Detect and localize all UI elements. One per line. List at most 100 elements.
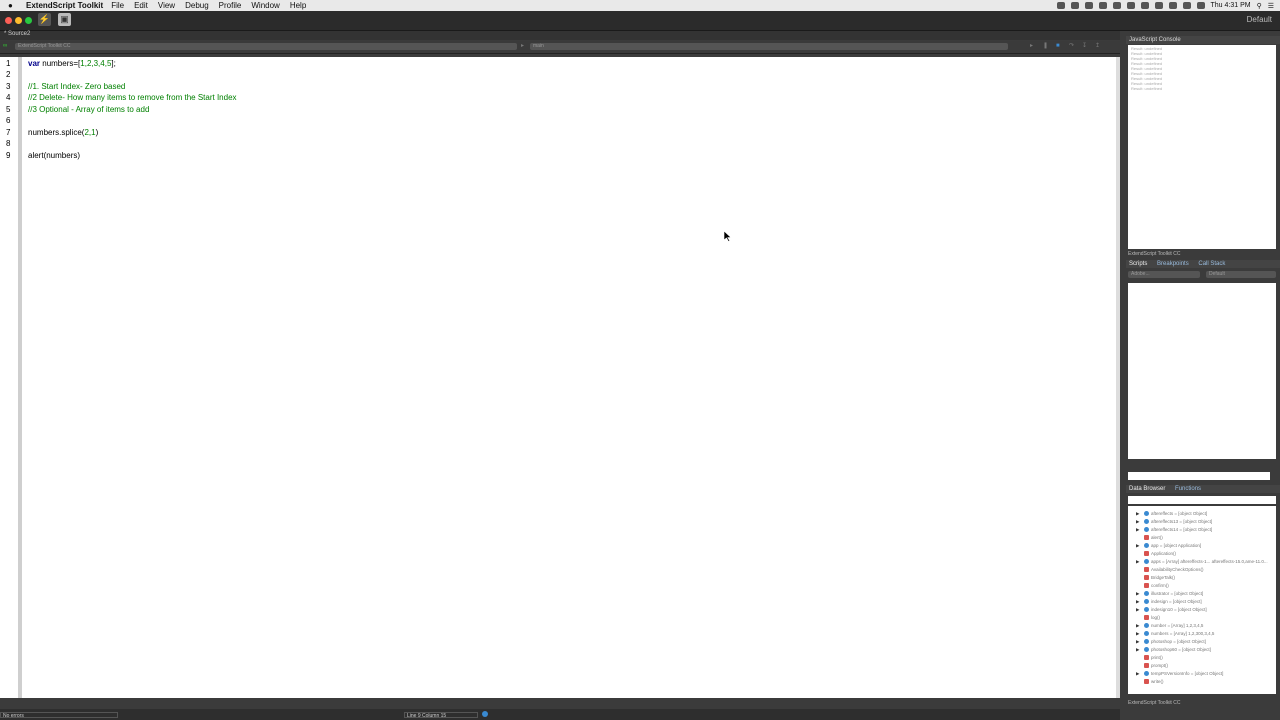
tab-data-browser[interactable]: Data Browser <box>1129 486 1165 492</box>
data-browser-row[interactable]: ▶ numbers = [Array] 1,2,300,3,4,5 <box>1136 630 1214 637</box>
creative-cloud-icon[interactable] <box>1084 2 1093 9</box>
scripts-engine-select[interactable]: Default <box>1206 271 1276 278</box>
data-browser-row[interactable]: ▶ photoshop60 = [object Object] <box>1136 646 1211 653</box>
apple-icon[interactable]: ● <box>8 1 20 10</box>
expand-arrow-icon[interactable]: ▶ <box>1136 526 1144 533</box>
scripts-target-select[interactable]: Adobe... <box>1128 271 1200 278</box>
tab-breakpoints[interactable]: Breakpoints <box>1157 261 1189 267</box>
data-browser-row-text: confirm() <box>1151 583 1169 588</box>
estk-icon[interactable]: ⚡ <box>38 13 51 26</box>
clock[interactable]: Thu 4:31 PM <box>1211 2 1251 9</box>
zoom-window-button[interactable] <box>25 17 32 24</box>
expand-arrow-icon[interactable]: ▶ <box>1136 646 1144 653</box>
expand-arrow-icon[interactable]: ▶ <box>1136 542 1144 549</box>
data-browser-row[interactable]: confirm() <box>1136 582 1169 589</box>
data-browser-row[interactable]: prompt() <box>1136 662 1168 669</box>
data-browser-row[interactable]: AvailabilityCheckOptions() <box>1136 566 1203 573</box>
line-number: 1 <box>6 59 11 68</box>
tab-functions[interactable]: Functions <box>1175 486 1201 492</box>
data-browser-row[interactable]: BridgeTalk() <box>1136 574 1175 581</box>
data-browser-row[interactable]: Application() <box>1136 550 1176 557</box>
code-line-7[interactable]: numbers.splice(2,1) <box>28 128 98 137</box>
data-browser-row[interactable]: ▶ photoshop = [object Object] <box>1136 638 1206 645</box>
data-browser-row[interactable]: ▶ indesign10 = [object Object] <box>1136 606 1207 613</box>
minimize-window-button[interactable] <box>15 17 22 24</box>
data-browser-row[interactable]: write() <box>1136 678 1164 685</box>
menu-view[interactable]: View <box>158 1 175 10</box>
expand-arrow-icon[interactable]: ▶ <box>1136 630 1144 637</box>
expand-arrow-icon[interactable]: ▶ <box>1136 598 1144 605</box>
person-icon[interactable] <box>1070 2 1079 9</box>
code-editor[interactable]: 1 2 3 4 5 6 7 8 9 var numbers=[1,2,3,4,5… <box>0 57 1116 698</box>
tab-scripts[interactable]: Scripts <box>1129 261 1147 267</box>
spotlight-icon[interactable]: ⚲ <box>1257 2 1262 10</box>
data-browser-row[interactable]: ▶ number = [Array] 1,2,3,4,5 <box>1136 622 1203 629</box>
code-line-3[interactable]: //1. Start Index- Zero based <box>28 82 125 91</box>
data-browser-row[interactable]: ▶ aftereffects = [object Object] <box>1136 510 1207 517</box>
expand-arrow-icon[interactable]: ▶ <box>1136 518 1144 525</box>
pause-icon[interactable]: ❚ <box>1043 43 1048 49</box>
scripts-list[interactable] <box>1128 283 1276 459</box>
volume-icon[interactable] <box>1182 2 1191 9</box>
tab-source2[interactable]: * Source2 <box>4 31 30 37</box>
menu-edit[interactable]: Edit <box>134 1 148 10</box>
notification-center-icon[interactable]: ☰ <box>1268 2 1274 10</box>
data-browser-row[interactable]: print() <box>1136 654 1163 661</box>
data-browser-row[interactable]: ▶ apps = [Array] aftereffects-1... aftere… <box>1136 558 1268 565</box>
expand-arrow-icon[interactable]: ▶ <box>1136 510 1144 517</box>
line-number: 3 <box>6 82 11 91</box>
data-browser-row[interactable]: ▶ tempPSVersionInfo = [object Object] <box>1136 670 1223 677</box>
dropbox-icon[interactable] <box>1140 2 1149 9</box>
target-application-select[interactable]: ExtendScript Toolkit CC <box>15 43 517 50</box>
wifi-icon[interactable] <box>1168 2 1177 9</box>
data-browser-row[interactable]: log() <box>1136 614 1160 621</box>
code-line-1[interactable]: var numbers=[1,2,3,4,5]; <box>28 59 116 68</box>
data-browser-row[interactable]: alert() <box>1136 534 1163 541</box>
run-icon[interactable]: ▸ <box>1030 43 1035 49</box>
workspace-selector[interactable]: Default <box>1247 15 1272 24</box>
record-icon[interactable] <box>1056 2 1065 9</box>
data-browser-row[interactable]: ▶ app = [object Application] <box>1136 542 1201 549</box>
display-icon[interactable] <box>1112 2 1121 9</box>
cloud-icon[interactable] <box>1098 2 1107 9</box>
editor-scrollbar[interactable] <box>1116 57 1120 698</box>
code-line-4[interactable]: //2 Delete- How many items to remove fro… <box>28 93 237 102</box>
step-over-icon[interactable]: ↷ <box>1069 43 1074 49</box>
target-engine-select[interactable]: main <box>530 43 1008 50</box>
expand-arrow-icon[interactable]: ▶ <box>1136 558 1144 565</box>
data-browser-row[interactable]: ▶ aftereffects14 = [object Object] <box>1136 526 1212 533</box>
step-out-icon[interactable]: ↥ <box>1095 43 1100 49</box>
time-machine-icon[interactable] <box>1154 2 1163 9</box>
data-browser-list[interactable]: ▶ aftereffects = [object Object] ▶ aftereff… <box>1128 506 1276 694</box>
object-icon <box>1144 639 1149 645</box>
expand-arrow-icon[interactable]: ▶ <box>1136 670 1144 677</box>
menu-window[interactable]: Window <box>251 1 279 10</box>
tab-call-stack[interactable]: Call Stack <box>1198 261 1225 267</box>
scripts-scrollbar[interactable] <box>1128 472 1270 480</box>
link-icon[interactable]: ∞ <box>3 43 8 49</box>
flag-icon[interactable] <box>1196 2 1205 9</box>
console-output[interactable]: Result: undefined Result: undefined Resu… <box>1128 45 1276 249</box>
data-browser-row[interactable]: ▶ aftereffects13 = [object Object] <box>1136 518 1212 525</box>
menu-profile[interactable]: Profile <box>219 1 242 10</box>
data-browser-row[interactable]: ▶ indesign = [object Object] <box>1136 598 1202 605</box>
expand-arrow-icon[interactable]: ▶ <box>1136 638 1144 645</box>
code-line-9[interactable]: alert(numbers) <box>28 151 80 160</box>
console-header: JavaScript Console <box>1126 36 1280 44</box>
data-browser-filter[interactable] <box>1128 496 1276 504</box>
data-browser-row[interactable]: ▶ illustrator = [object Object] <box>1136 590 1203 597</box>
expand-arrow-icon[interactable]: ▶ <box>1136 622 1144 629</box>
app-menu[interactable]: ExtendScript Toolkit <box>26 1 103 10</box>
expand-arrow-icon[interactable]: ▶ <box>1136 590 1144 597</box>
stop-icon[interactable]: ■ <box>1056 43 1061 49</box>
sync-icon[interactable] <box>1126 2 1135 9</box>
code-line-5[interactable]: //3 Optional - Array of items to add <box>28 105 149 114</box>
step-into-icon[interactable]: ↧ <box>1082 43 1087 49</box>
menu-help[interactable]: Help <box>290 1 306 10</box>
new-document-icon[interactable]: ▣ <box>58 13 71 26</box>
expand-arrow-icon[interactable]: ▶ <box>1136 606 1144 613</box>
close-window-button[interactable] <box>5 17 12 24</box>
data-browser-row-text: photoshop60 = [object Object] <box>1151 647 1211 652</box>
menu-file[interactable]: File <box>111 1 124 10</box>
menu-debug[interactable]: Debug <box>185 1 209 10</box>
